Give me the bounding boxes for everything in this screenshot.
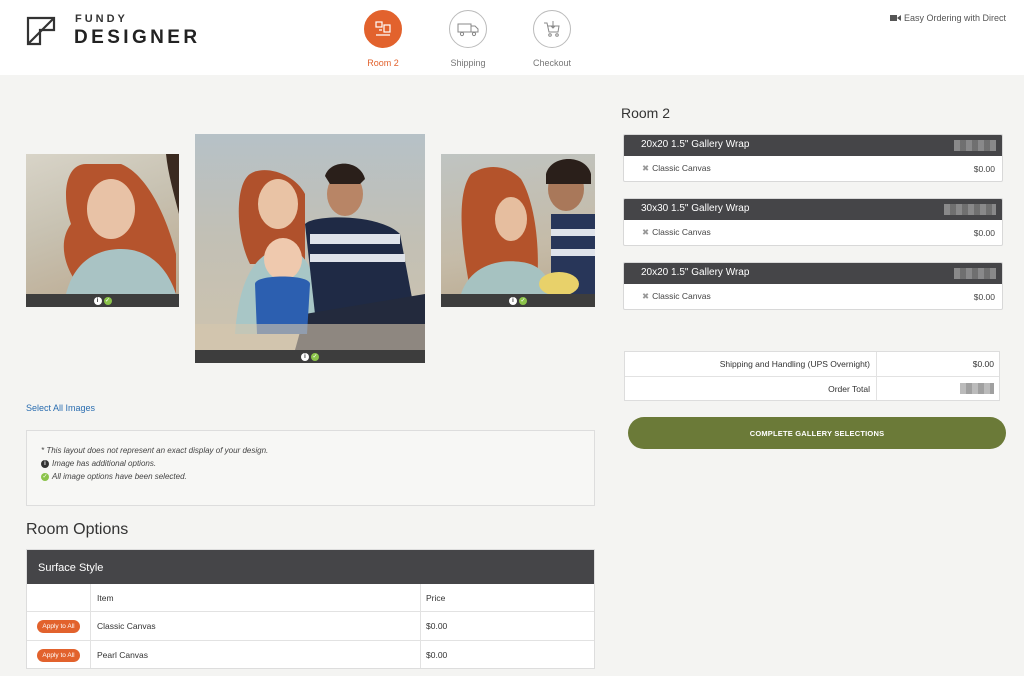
order-totals-table: Shipping and Handling (UPS Overnight) $0… [624, 351, 1000, 401]
table-row: Apply to All Pearl Canvas $0.00 [27, 640, 594, 668]
room-options-title: Room Options [26, 521, 129, 538]
fundy-logo-icon [26, 16, 56, 46]
easy-ordering-link[interactable]: Easy Ordering with Direct [889, 13, 1006, 23]
product-card[interactable]: 20x20 1.5" Gallery Wrap ✖ Classic Canvas … [623, 134, 1003, 182]
product-option: Classic Canvas [652, 227, 711, 237]
col-item-header: Item [91, 584, 421, 611]
product-price: $0.00 [973, 291, 995, 302]
shipping-value: $0.00 [972, 359, 994, 369]
blurred-order-total [960, 383, 994, 395]
order-total-row: Order Total [625, 376, 999, 400]
product-option: Classic Canvas [652, 291, 711, 301]
check-icon: ✓ [519, 296, 527, 305]
apply-to-all-button[interactable]: Apply to All [37, 619, 80, 633]
brand-line-2: DESIGNER [74, 27, 201, 48]
row-item: Pearl Canvas [91, 641, 421, 668]
photo-left-illustration [63, 154, 179, 294]
image-status-bar: i ✓ [195, 350, 425, 363]
col-price-header: Price [426, 592, 446, 603]
info-icon[interactable]: i [301, 352, 309, 361]
legend-note: * This layout does not represent an exac… [41, 446, 269, 455]
easy-ordering-text: Easy Ordering with Direct [903, 13, 1006, 23]
row-price: $0.00 [426, 621, 448, 631]
surface-style-header: Surface Style [27, 550, 594, 584]
product-price: $0.00 [973, 227, 995, 238]
row-item: Classic Canvas [91, 612, 421, 640]
apply-to-all-button[interactable]: Apply to All [37, 648, 80, 662]
blurred-thumbnail [954, 268, 996, 279]
product-name: 20x20 1.5" Gallery Wrap [641, 267, 750, 278]
blurred-thumbnail [954, 140, 996, 151]
shipping-row: Shipping and Handling (UPS Overnight) $0… [625, 352, 999, 376]
shipping-label: Shipping and Handling (UPS Overnight) [625, 352, 877, 376]
photo-center-illustration [195, 163, 425, 350]
product-name: 30x30 1.5" Gallery Wrap [641, 203, 750, 214]
table-row: Apply to All Classic Canvas $0.00 [27, 611, 594, 640]
surface-style-table: Surface Style Item Price Apply to All Cl… [26, 549, 595, 669]
legend-check: ✓ All image options have been selected. [41, 472, 187, 481]
product-card[interactable]: 20x20 1.5" Gallery Wrap ✖ Classic Canvas … [623, 262, 1003, 310]
cart-icon [544, 21, 560, 37]
room-icon [375, 21, 391, 36]
room-title: Room 2 [621, 105, 671, 121]
remove-icon[interactable]: ✖ [642, 291, 649, 301]
blurred-thumbnail [944, 204, 996, 215]
step-shipping[interactable]: Shipping [423, 10, 513, 68]
room-image-center[interactable]: i ✓ [195, 134, 425, 363]
product-option: Classic Canvas [652, 163, 711, 173]
info-icon: i [41, 459, 49, 468]
info-icon[interactable]: i [509, 296, 517, 305]
photo-right-illustration [461, 159, 595, 294]
step-label: Checkout [532, 58, 572, 68]
remove-icon[interactable]: ✖ [642, 227, 649, 237]
step-label: Shipping [450, 58, 486, 68]
legend-box: * This layout does not represent an exac… [26, 430, 595, 506]
product-card[interactable]: 30x30 1.5" Gallery Wrap ✖ Classic Canvas … [623, 198, 1003, 246]
check-icon: ✓ [41, 472, 49, 481]
remove-icon[interactable]: ✖ [642, 163, 649, 173]
truck-icon [457, 23, 479, 37]
table-header-row: Item Price [27, 584, 594, 611]
check-icon: ✓ [103, 296, 112, 305]
image-status-bar: i ✓ [26, 294, 179, 307]
room-image-right[interactable]: i ✓ [441, 154, 595, 307]
check-icon: ✓ [311, 352, 319, 361]
step-label: Room 2 [367, 58, 399, 68]
top-header: FUNDY DESIGNER Room 2 Shipping Checkout … [0, 0, 1024, 75]
order-total-label: Order Total [625, 377, 877, 400]
image-status-bar: i ✓ [441, 294, 595, 307]
select-all-images-link[interactable]: Select All Images [26, 403, 95, 413]
complete-gallery-selections-button[interactable]: COMPLETE GALLERY SELECTIONS [628, 417, 1006, 449]
video-camera-icon [889, 15, 901, 21]
row-price: $0.00 [426, 650, 448, 660]
info-icon[interactable]: i [93, 296, 102, 305]
brand-line-1: FUNDY [75, 13, 128, 25]
room-image-left[interactable]: i ✓ [26, 154, 179, 307]
product-name: 20x20 1.5" Gallery Wrap [641, 139, 750, 150]
step-checkout[interactable]: Checkout [507, 10, 597, 68]
product-price: $0.00 [973, 163, 995, 174]
legend-info: i Image has additional options. [41, 459, 580, 468]
step-room-2[interactable]: Room 2 [338, 10, 428, 68]
